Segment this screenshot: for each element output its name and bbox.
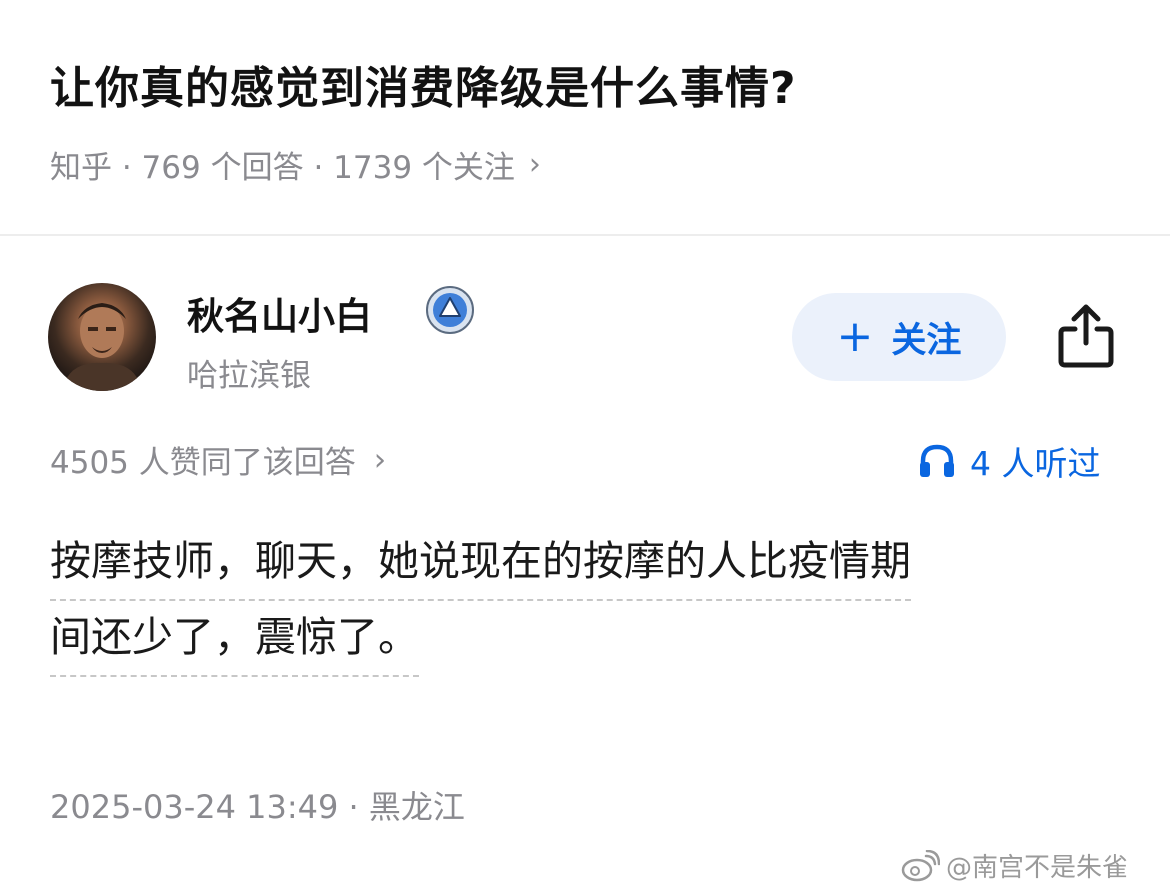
follow-button[interactable]: + 关注 xyxy=(792,293,1006,381)
author-name[interactable]: 秋名山小白 xyxy=(187,286,372,340)
watermark: @南宫不是朱雀 xyxy=(900,847,1128,884)
upvote-summary-text: 4505 人赞同了该回答 xyxy=(50,445,356,481)
avatar-portrait-icon xyxy=(62,303,142,391)
listen-count-text: 4 人听过 xyxy=(970,444,1101,483)
avatar[interactable] xyxy=(48,283,156,391)
weibo-icon xyxy=(901,849,940,881)
divider xyxy=(0,234,1170,236)
plus-icon: + xyxy=(836,311,874,362)
follow-button-label: 关注 xyxy=(891,320,962,361)
question-meta-link[interactable]: 知乎 · 769 个回答 · 1739 个关注 › xyxy=(50,142,541,187)
answer-body: 按摩技师，聊天，她说现在的按摩的人比疫情期 间还少了，震惊了。 xyxy=(50,525,1130,677)
question-meta-text: 知乎 · 769 个回答 · 1739 个关注 xyxy=(50,150,515,186)
question-title[interactable]: 让你真的感觉到消费降级是什么事情? xyxy=(50,52,797,116)
verified-badge-icon xyxy=(425,285,475,335)
chevron-right-icon: › xyxy=(373,441,387,478)
headphones-icon xyxy=(920,444,954,477)
upvote-summary-link[interactable]: 4505 人赞同了该回答 › xyxy=(50,437,386,482)
chevron-right-icon: › xyxy=(528,147,541,182)
answer-body-line: 按摩技师，聊天，她说现在的按摩的人比疫情期 xyxy=(50,525,911,601)
answer-timestamp: 2025-03-24 13:49 · 黑龙江 xyxy=(50,788,465,826)
author-location: 哈拉滨银 xyxy=(187,358,311,394)
listen-count-link[interactable]: 4 人听过 xyxy=(918,437,1101,485)
share-icon[interactable] xyxy=(1055,303,1117,369)
watermark-text: @南宫不是朱雀 xyxy=(946,853,1129,883)
answer-body-line: 间还少了，震惊了。 xyxy=(50,601,419,677)
